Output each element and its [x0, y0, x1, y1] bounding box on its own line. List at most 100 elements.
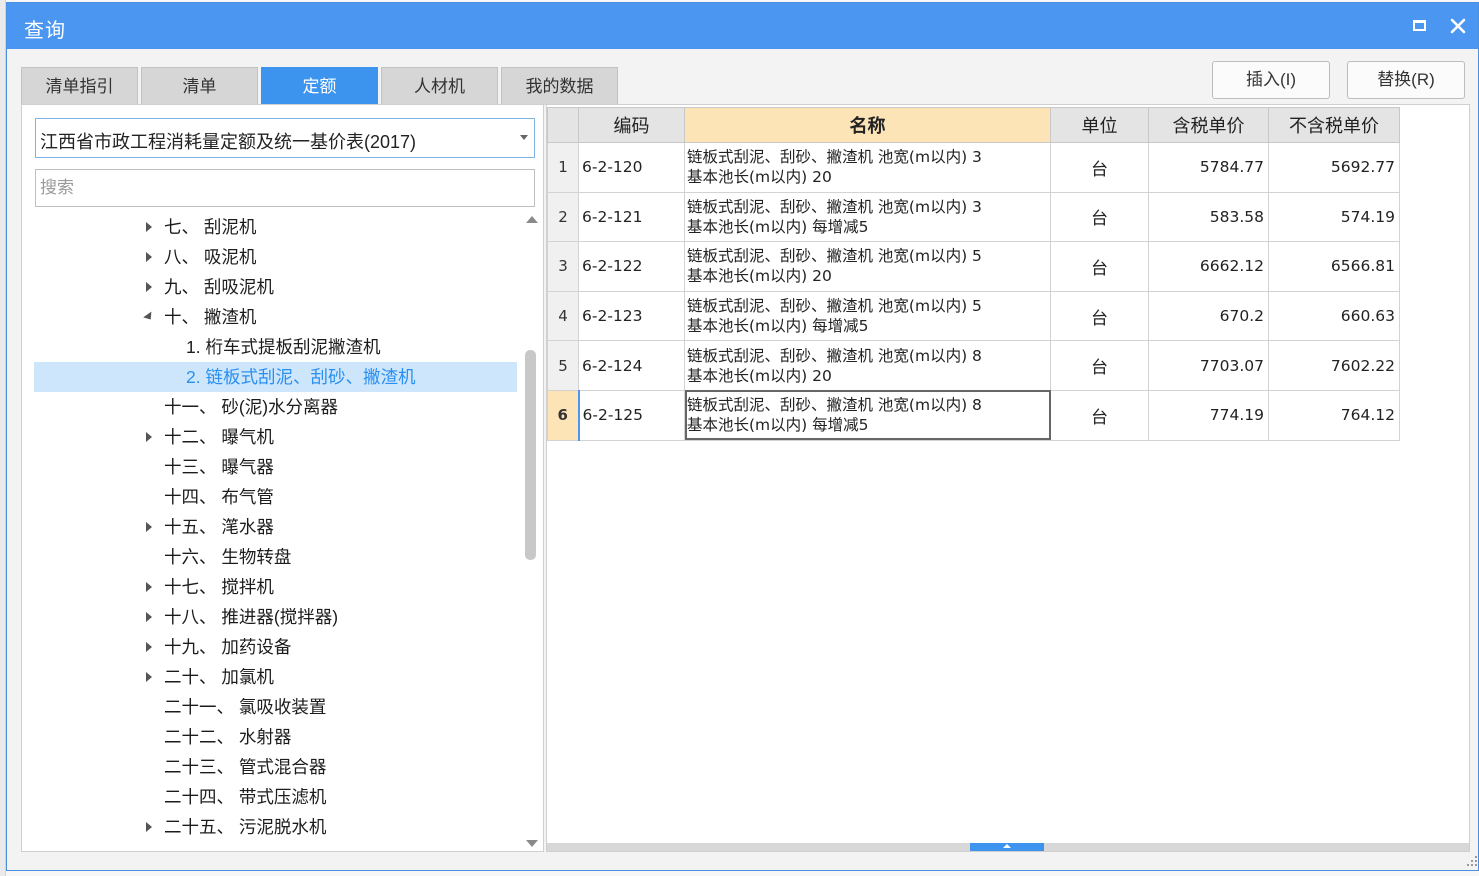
tree-item[interactable]: 七、 刮泥机 — [34, 212, 517, 242]
collapsed-arrow-icon[interactable] — [143, 572, 155, 602]
price-without-tax-cell[interactable]: 660.63 — [1268, 290, 1400, 342]
tab-quota[interactable]: 定额 — [261, 67, 378, 105]
code-cell[interactable]: 6-2-124 — [578, 340, 685, 391]
tree-item[interactable]: 十二、 曝气机 — [34, 422, 517, 452]
unit-cell[interactable]: 台 — [1050, 290, 1149, 342]
table-row[interactable]: 3 6-2-122 链板式刮泥、刮砂、撇渣机 池宽(m以内) 5 基本池长(m以内) … — [547, 241, 1400, 292]
search-field-box[interactable] — [35, 169, 535, 207]
tree-item[interactable]: 二十二、 水射器 — [34, 722, 517, 752]
name-cell[interactable]: 链板式刮泥、刮砂、撇渣机 池宽(m以内) 3 基本池长(m以内) 每增减5 — [684, 191, 1051, 243]
collapsed-arrow-icon[interactable] — [143, 272, 155, 302]
tree-item-label: 二十二、 水射器 — [164, 727, 292, 747]
name-cell[interactable]: 链板式刮泥、刮砂、撇渣机 池宽(m以内) 8 基本池长(m以内) 每增减5 — [684, 389, 1051, 441]
collapsed-arrow-icon[interactable] — [143, 512, 155, 542]
maximize-button[interactable] — [1406, 12, 1434, 40]
price-with-tax-cell[interactable]: 670.2 — [1148, 290, 1269, 342]
tree-item[interactable]: 十、 撇渣机 — [34, 302, 517, 332]
price-with-tax-cell[interactable]: 774.19 — [1148, 389, 1269, 441]
price-with-tax-cell[interactable]: 7703.07 — [1148, 340, 1269, 391]
unit-cell[interactable]: 台 — [1050, 241, 1149, 292]
name-cell[interactable]: 链板式刮泥、刮砂、撇渣机 池宽(m以内) 5 基本池长(m以内) 每增减5 — [684, 290, 1051, 342]
unit-cell[interactable]: 台 — [1050, 191, 1149, 243]
table-row[interactable]: 2 6-2-121 链板式刮泥、刮砂、撇渣机 池宽(m以内) 3 基本池长(m以内) … — [547, 191, 1400, 243]
name-cell[interactable]: 链板式刮泥、刮砂、撇渣机 池宽(m以内) 3 基本池长(m以内) 20 — [684, 142, 1051, 193]
tab-bill[interactable]: 清单 — [141, 67, 258, 105]
close-button[interactable] — [1444, 12, 1472, 40]
unit-cell[interactable]: 台 — [1050, 142, 1149, 193]
column-header-code[interactable]: 编码 — [578, 107, 685, 143]
tree-item[interactable]: 十八、 推进器(搅拌器) — [34, 602, 517, 632]
price-without-tax-cell[interactable]: 5692.77 — [1268, 142, 1400, 193]
tree-item[interactable]: 二十五、 污泥脱水机 — [34, 812, 517, 842]
table-row[interactable]: 1 6-2-120 链板式刮泥、刮砂、撇渣机 池宽(m以内) 3 基本池长(m以内) … — [547, 142, 1400, 193]
resize-grip-icon[interactable] — [1466, 855, 1478, 867]
tree-item[interactable]: 二十、 加氯机 — [34, 662, 517, 692]
tab-labor-material-machine[interactable]: 人材机 — [381, 67, 498, 105]
grid-horizontal-scrollbar[interactable] — [547, 843, 1469, 851]
collapsed-arrow-icon[interactable] — [143, 422, 155, 452]
quota-library-select[interactable]: 江西省市政工程消耗量定额及统一基价表(2017) — [35, 118, 535, 158]
code-cell[interactable]: 6-2-123 — [578, 290, 685, 342]
row-number-cell[interactable]: 6 — [547, 389, 580, 441]
code-cell[interactable]: 6-2-125 — [578, 389, 685, 441]
tree-item[interactable]: 十六、 生物转盘 — [34, 542, 517, 572]
collapsed-arrow-icon[interactable] — [143, 602, 155, 632]
collapsed-arrow-icon[interactable] — [143, 212, 155, 242]
tab-bill-guide[interactable]: 清单指引 — [21, 67, 138, 105]
column-header-price-with-tax[interactable]: 含税单价 — [1148, 107, 1269, 143]
table-row[interactable]: 4 6-2-123 链板式刮泥、刮砂、撇渣机 池宽(m以内) 5 基本池长(m以内) … — [547, 290, 1400, 342]
collapsed-arrow-icon[interactable] — [143, 242, 155, 272]
price-with-tax-cell[interactable]: 6662.12 — [1148, 241, 1269, 292]
tree-item[interactable]: 十三、 曝气器 — [34, 452, 517, 482]
collapsed-arrow-icon[interactable] — [143, 632, 155, 662]
scrollbar-thumb[interactable] — [525, 350, 536, 560]
column-header-name[interactable]: 名称 — [684, 107, 1051, 143]
tree-item[interactable]: 九、 刮吸泥机 — [34, 272, 517, 302]
column-header-unit[interactable]: 单位 — [1050, 107, 1149, 143]
tree-item[interactable]: 二十四、 带式压滤机 — [34, 782, 517, 812]
code-cell[interactable]: 6-2-120 — [578, 142, 685, 193]
column-header-price-without-tax[interactable]: 不含税单价 — [1268, 107, 1400, 143]
price-without-tax-cell[interactable]: 574.19 — [1268, 191, 1400, 243]
tree-item[interactable]: 二十三、 管式混合器 — [34, 752, 517, 782]
price-with-tax-cell[interactable]: 583.58 — [1148, 191, 1269, 243]
title-bar[interactable]: 查询 — [7, 3, 1478, 49]
tree-item[interactable]: 十四、 布气管 — [34, 482, 517, 512]
price-without-tax-cell[interactable]: 7602.22 — [1268, 340, 1400, 391]
search-input[interactable] — [40, 176, 520, 200]
tree-item[interactable]: 2. 链板式刮泥、刮砂、撇渣机 — [34, 362, 517, 392]
tree-item[interactable]: 1. 桁车式提板刮泥撇渣机 — [34, 332, 517, 362]
tree-item[interactable]: 二十一、 氯吸收装置 — [34, 692, 517, 722]
scroll-down-icon[interactable] — [526, 840, 538, 847]
scroll-up-icon[interactable] — [526, 216, 538, 223]
tab-my-data[interactable]: 我的数据 — [501, 67, 618, 105]
row-number-cell[interactable]: 4 — [547, 290, 579, 342]
row-number-cell[interactable]: 1 — [547, 142, 579, 193]
tree-item[interactable]: 八、 吸泥机 — [34, 242, 517, 272]
row-number-cell[interactable]: 3 — [547, 241, 579, 292]
code-cell[interactable]: 6-2-122 — [578, 241, 685, 292]
tree-scrollbar[interactable] — [518, 212, 543, 851]
price-with-tax-cell[interactable]: 5784.77 — [1148, 142, 1269, 193]
name-cell[interactable]: 链板式刮泥、刮砂、撇渣机 池宽(m以内) 5 基本池长(m以内) 20 — [684, 241, 1051, 292]
table-row[interactable]: 5 6-2-124 链板式刮泥、刮砂、撇渣机 池宽(m以内) 8 基本池长(m以内) … — [547, 340, 1400, 391]
table-row[interactable]: 6 6-2-125 链板式刮泥、刮砂、撇渣机 池宽(m以内) 8 基本池长(m以内) … — [547, 389, 1400, 441]
replace-button[interactable]: 替换(R) — [1347, 61, 1465, 99]
code-cell[interactable]: 6-2-121 — [578, 191, 685, 243]
unit-cell[interactable]: 台 — [1050, 389, 1149, 441]
price-without-tax-cell[interactable]: 6566.81 — [1268, 241, 1400, 292]
insert-button[interactable]: 插入(I) — [1212, 61, 1330, 99]
tree-item[interactable]: 十九、 加药设备 — [34, 632, 517, 662]
price-without-tax-cell[interactable]: 764.12 — [1268, 389, 1400, 441]
expanded-arrow-icon[interactable] — [143, 302, 155, 332]
unit-cell[interactable]: 台 — [1050, 340, 1149, 391]
collapsed-arrow-icon[interactable] — [143, 812, 155, 842]
tree-item[interactable]: 十五、 滗水器 — [34, 512, 517, 542]
scrollbar-thumb[interactable] — [970, 843, 1044, 851]
tree-item[interactable]: 十七、 搅拌机 — [34, 572, 517, 602]
name-cell[interactable]: 链板式刮泥、刮砂、撇渣机 池宽(m以内) 8 基本池长(m以内) 20 — [684, 340, 1051, 391]
row-number-cell[interactable]: 5 — [547, 340, 579, 391]
tree-item[interactable]: 十一、 砂(泥)水分离器 — [34, 392, 517, 422]
row-number-cell[interactable]: 2 — [547, 191, 579, 243]
collapsed-arrow-icon[interactable] — [143, 662, 155, 692]
